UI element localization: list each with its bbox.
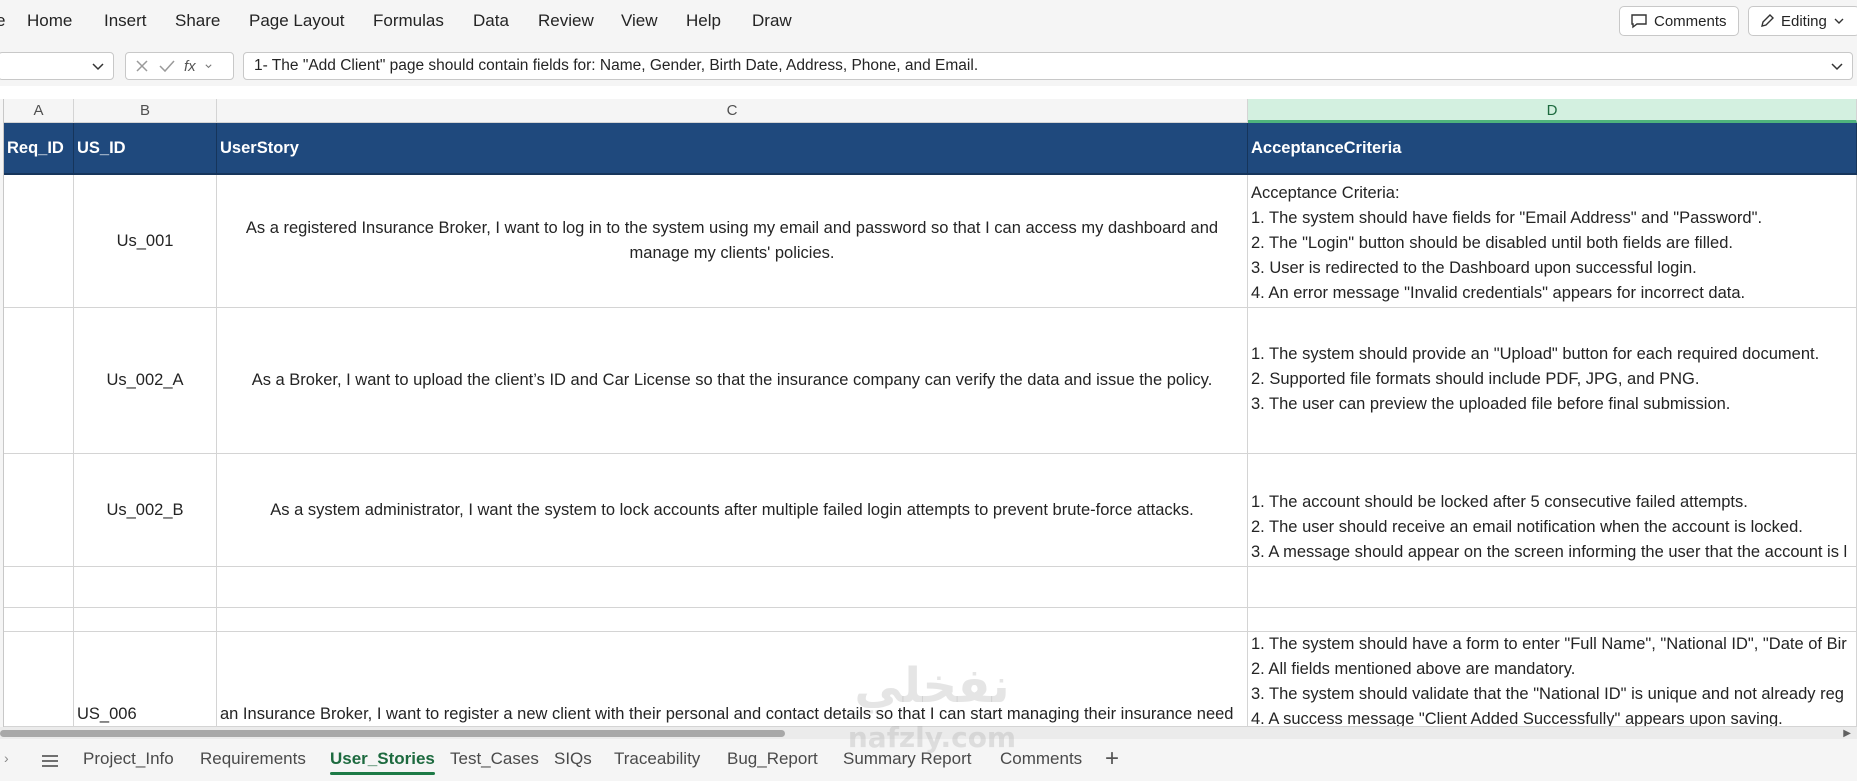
empty-cell[interactable] xyxy=(74,608,217,632)
editing-mode-button[interactable]: Editing xyxy=(1748,6,1857,36)
criteria-line: 1. The system should have a form to ente… xyxy=(1251,635,1847,653)
header-cell-user-story[interactable]: UserStory xyxy=(217,123,1248,175)
column-header-c[interactable]: C xyxy=(217,99,1248,123)
criteria-line: 1. The account should be locked after 5 … xyxy=(1251,493,1748,511)
check-icon[interactable] xyxy=(158,58,176,74)
ribbon-tab-draw[interactable]: Draw xyxy=(752,11,792,31)
header-cell-us-id[interactable]: US_ID xyxy=(74,123,217,175)
criteria-line: 1. The system should have fields for "Em… xyxy=(1251,209,1763,227)
table-cell-us-id[interactable]: Us_001 xyxy=(74,175,217,308)
ribbon-tab-home[interactable]: Home xyxy=(27,11,72,31)
table-cell-user-story[interactable]: As a system administrator, I want the sy… xyxy=(217,454,1248,567)
editing-label: Editing xyxy=(1781,12,1827,30)
ribbon-tab-review[interactable]: Review xyxy=(538,11,594,31)
ribbon-tab-data[interactable]: Data xyxy=(473,11,509,31)
formula-actions: fx xyxy=(125,52,234,80)
criteria-line: 3. User is redirected to the Dashboard u… xyxy=(1251,259,1697,277)
ribbon-tab-insert[interactable]: Insert xyxy=(104,11,147,31)
chevron-down-icon[interactable] xyxy=(204,62,213,71)
criteria-line: 2. The user should receive an email noti… xyxy=(1251,518,1803,536)
empty-cell[interactable] xyxy=(4,608,74,632)
criteria-line: 4. An error message "Invalid credentials… xyxy=(1251,284,1746,302)
table-cell-req-id[interactable] xyxy=(4,175,74,308)
ribbon-tab-view[interactable]: View xyxy=(621,11,658,31)
table-cell-req-id[interactable] xyxy=(4,632,74,727)
comments-label: Comments xyxy=(1654,12,1727,30)
sheet-tab-traceability[interactable]: Traceability xyxy=(614,749,700,769)
table-cell-us-id[interactable]: Us_002_A xyxy=(74,308,217,454)
table-cell-acceptance-criteria[interactable]: 1. The system should provide an "Upload"… xyxy=(1248,308,1857,454)
empty-cell[interactable] xyxy=(217,608,1248,632)
table-cell-acceptance-criteria[interactable]: 1. The system should have a form to ente… xyxy=(1248,632,1857,727)
chevron-down-icon[interactable] xyxy=(89,57,107,75)
empty-cell[interactable] xyxy=(217,567,1248,608)
chevron-right-icon[interactable]: › xyxy=(4,750,9,766)
criteria-line: 3. The system should validate that the "… xyxy=(1251,685,1844,703)
criteria-line: 4. A success message "Client Added Succe… xyxy=(1251,710,1783,727)
formula-bar: fx 1- The "Add Client" page should conta… xyxy=(0,44,1857,86)
criteria-line: 3. A message should appear on the screen… xyxy=(1251,543,1848,561)
sheet-tab-requirements[interactable]: Requirements xyxy=(200,749,306,769)
ribbon-tab-share[interactable]: Share xyxy=(175,11,220,31)
empty-cell[interactable] xyxy=(74,567,217,608)
empty-cell[interactable] xyxy=(4,567,74,608)
sheet-tab-bug-report[interactable]: Bug_Report xyxy=(727,749,818,769)
scrollbar-thumb[interactable] xyxy=(0,730,785,737)
comments-button[interactable]: Comments xyxy=(1619,6,1739,36)
sheet-tab-project-info[interactable]: Project_Info xyxy=(83,749,174,769)
sheet-tab-summary-report[interactable]: Summary Report xyxy=(843,749,971,769)
ribbon-tab-file-partial[interactable]: e xyxy=(0,11,5,31)
pencil-icon xyxy=(1761,14,1774,27)
table-cell-acceptance-criteria[interactable]: 1. The account should be locked after 5 … xyxy=(1248,454,1857,567)
sheet-tab-siqs[interactable]: SIQs xyxy=(554,749,592,769)
table-cell-us-id[interactable]: US_006 xyxy=(74,632,217,727)
all-sheets-menu-icon[interactable] xyxy=(41,754,59,768)
ribbon-tab-help[interactable]: Help xyxy=(686,11,721,31)
insert-function-button[interactable]: fx xyxy=(184,58,196,75)
table-cell-us-id[interactable]: Us_002_B xyxy=(74,454,217,567)
table-cell-user-story[interactable]: an Insurance Broker, I want to register … xyxy=(217,632,1248,727)
column-header-d[interactable]: D xyxy=(1248,99,1857,123)
ribbon-tab-page-layout[interactable]: Page Layout xyxy=(249,11,344,31)
ribbon-tab-formulas[interactable]: Formulas xyxy=(373,11,444,31)
criteria-line: Acceptance Criteria: xyxy=(1251,184,1400,202)
sheet-tab-bar: › Project_Info Requirements User_Stories… xyxy=(0,739,1857,781)
criteria-line: 2. The "Login" button should be disabled… xyxy=(1251,234,1733,252)
column-header-a[interactable]: A xyxy=(4,99,74,123)
criteria-line: 2. All fields mentioned above are mandat… xyxy=(1251,660,1576,678)
table-cell-req-id[interactable] xyxy=(4,454,74,567)
table-cell-acceptance-criteria[interactable]: Acceptance Criteria: 1. The system shoul… xyxy=(1248,175,1857,308)
formula-value: 1- The "Add Client" page should contain … xyxy=(254,57,979,74)
header-cell-acceptance-criteria[interactable]: AcceptanceCriteria xyxy=(1248,123,1857,175)
header-cell-req-id[interactable]: Req_ID xyxy=(4,123,74,175)
cancel-icon[interactable] xyxy=(134,58,150,74)
ribbon-menu-bar: e Home Insert Share Page Layout Formulas… xyxy=(0,0,1857,44)
column-header-b[interactable]: B xyxy=(74,99,217,123)
name-box[interactable] xyxy=(0,52,114,80)
formula-input[interactable]: 1- The "Add Client" page should contain … xyxy=(243,52,1853,80)
sheet-tab-comments[interactable]: Comments xyxy=(1000,749,1082,769)
table-cell-user-story[interactable]: As a registered Insurance Broker, I want… xyxy=(217,175,1248,308)
sheet-tab-user-stories[interactable]: User_Stories xyxy=(330,749,435,775)
table-cell-user-story[interactable]: As a Broker, I want to upload the client… xyxy=(217,308,1248,454)
criteria-line: 2. Supported file formats should include… xyxy=(1251,370,1700,388)
add-sheet-button[interactable]: + xyxy=(1105,745,1119,773)
scroll-right-icon[interactable]: ▶ xyxy=(1843,728,1851,739)
sheet-tab-test-cases[interactable]: Test_Cases xyxy=(450,749,539,769)
criteria-line: 1. The system should provide an "Upload"… xyxy=(1251,345,1820,363)
empty-cell[interactable] xyxy=(1248,608,1857,632)
comment-icon xyxy=(1631,14,1647,29)
expand-formula-bar-icon[interactable] xyxy=(1828,57,1846,75)
criteria-line: 3. The user can preview the uploaded fil… xyxy=(1251,395,1731,413)
table-cell-req-id[interactable] xyxy=(4,308,74,454)
horizontal-scrollbar[interactable]: ▶ xyxy=(0,727,1857,739)
chevron-down-icon xyxy=(1834,18,1844,24)
empty-cell[interactable] xyxy=(1248,567,1857,608)
